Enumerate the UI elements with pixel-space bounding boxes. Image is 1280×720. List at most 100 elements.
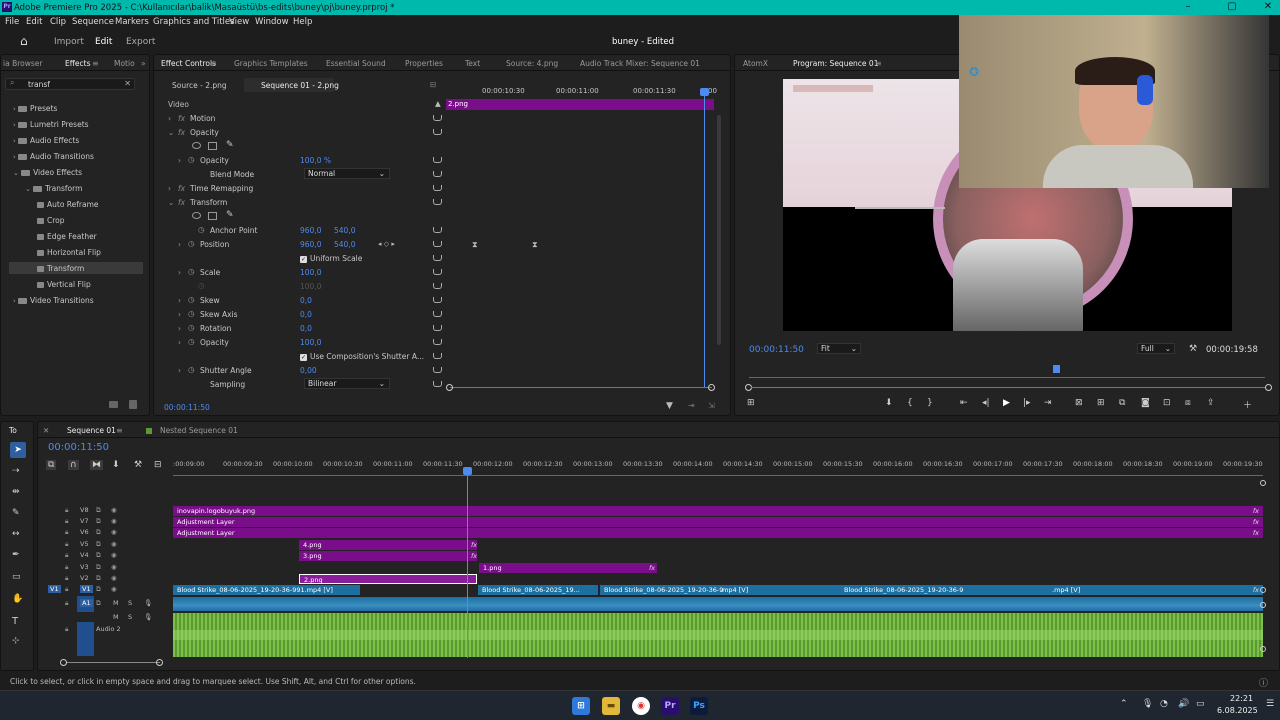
track-label[interactable]: Audio 2 — [96, 625, 121, 633]
effects-tree-item[interactable]: Horizontal Flip — [37, 248, 101, 257]
effects-tree-item[interactable]: Transform — [37, 264, 84, 273]
go-to-in-icon[interactable]: ⇤ — [960, 398, 968, 408]
ec-playhead-handle[interactable] — [700, 88, 709, 96]
program-scrubber[interactable] — [749, 377, 1265, 378]
ec-timecode[interactable]: 00:00:11:50 — [164, 403, 210, 412]
timeline-timecode[interactable]: 00:00:11:50 — [48, 442, 109, 453]
stopwatch-icon[interactable]: ◷ — [188, 309, 195, 318]
solo-button[interactable]: S — [128, 599, 132, 607]
ec-zoom-handle[interactable] — [446, 384, 453, 391]
tab-graphics-templates[interactable]: Graphics Templates — [234, 59, 308, 68]
timeline-clip[interactable]: Adjustment Layer fx — [173, 528, 1263, 538]
menu-file[interactable]: File — [5, 17, 19, 27]
razor-icon[interactable]: ✎ — [12, 508, 20, 518]
eye-icon[interactable]: ◉ — [111, 563, 117, 571]
add-button-icon[interactable]: ＋ — [1243, 398, 1252, 411]
lock-icon[interactable]: 🔒︎ — [65, 625, 68, 634]
reset-icon[interactable] — [433, 171, 442, 177]
notifications-icon[interactable]: ☰ — [1266, 699, 1274, 709]
ec-scrollbar[interactable] — [717, 115, 721, 345]
chevron-right-icon[interactable]: › — [178, 324, 181, 333]
pen-mask-icon[interactable]: ✎ — [226, 210, 234, 220]
lock-icon[interactable]: 🔒︎ — [65, 540, 68, 549]
caption-icon[interactable]: ⊹ — [12, 636, 20, 646]
tab-media-browser[interactable]: ia Browser — [3, 59, 42, 68]
panel-menu-icon[interactable]: ≡ — [210, 59, 217, 68]
checkbox-icon[interactable]: ✓ — [300, 255, 307, 263]
property-value[interactable]: 100,0 — [300, 338, 321, 347]
panel-menu-icon[interactable]: ≡ — [116, 426, 123, 435]
reset-icon[interactable] — [433, 353, 442, 359]
a-scroll-top[interactable] — [1260, 602, 1266, 608]
step-forward-icon[interactable]: |▸ — [1023, 398, 1031, 408]
chevron-down-icon[interactable]: ⌄ — [168, 198, 174, 207]
mark-out-icon[interactable]: } — [927, 398, 933, 408]
program-playhead[interactable] — [1053, 365, 1060, 373]
checkbox[interactable]: ✓ Uniform Scale — [300, 254, 362, 263]
wrench-icon[interactable]: ⚒ — [1189, 344, 1197, 354]
eye-icon[interactable]: ◉ — [111, 540, 117, 548]
timeline-playhead-handle[interactable] — [463, 467, 472, 475]
tab-atomx[interactable]: AtomX — [743, 59, 768, 68]
program-timecode[interactable]: 00:00:11:50 — [749, 345, 804, 355]
hand-icon[interactable]: ✋ — [12, 594, 23, 604]
reset-icon[interactable] — [433, 227, 442, 233]
microphone-icon[interactable]: 🎙︎ — [144, 599, 152, 607]
go-to-out-icon[interactable]: ⇥ — [1044, 398, 1052, 408]
settings-icon[interactable]: ⇲ — [708, 401, 715, 410]
effects-tree-item[interactable]: ⌄ Transform — [25, 184, 82, 193]
fx-icon[interactable]: fx — [178, 184, 185, 193]
menu-sequence[interactable]: Sequence — [72, 17, 114, 27]
property-value[interactable]: 100,0 — [300, 282, 321, 291]
vr-icon[interactable]: ⊡ — [1163, 398, 1171, 408]
keyframe-nav-icon[interactable]: ◂ ◇ ▸ — [378, 240, 395, 248]
track-label[interactable]: V8 — [80, 506, 89, 514]
chevron-right-icon[interactable]: › — [178, 296, 181, 305]
ripple-edit-icon[interactable]: ⇹ — [12, 487, 20, 497]
chevron-right-icon[interactable]: › — [178, 366, 181, 375]
track-label[interactable]: V1 — [80, 585, 93, 593]
stopwatch-icon[interactable]: ◷ — [188, 295, 195, 304]
microphone-icon[interactable]: 🎙︎ — [144, 613, 152, 621]
keyframe-icon[interactable]: ⧗ — [472, 240, 478, 250]
ec-playhead[interactable] — [704, 88, 705, 388]
property-value[interactable]: 960,0 — [300, 240, 321, 249]
rectangle-icon[interactable]: ▭ — [12, 572, 21, 582]
sequence-clip-tab[interactable]: Sequence 01 - 2.png — [261, 81, 339, 90]
timeline-clip[interactable]: 4.png fx — [299, 540, 477, 550]
network-icon[interactable]: ◔ — [1160, 699, 1168, 709]
fx-icon[interactable]: fx — [178, 198, 185, 207]
source-patch-v1[interactable]: V1 — [48, 585, 61, 593]
more-tabs-icon[interactable]: » — [141, 59, 146, 68]
effects-search-input[interactable]: transf — [28, 80, 50, 89]
quality-dropdown[interactable]: Full ⌄ — [1137, 343, 1175, 354]
ellipse-mask-icon[interactable] — [192, 142, 201, 149]
v-scroll-mid[interactable] — [1260, 587, 1266, 593]
menu-clip[interactable]: Clip — [50, 17, 66, 27]
stopwatch-icon[interactable]: ◷ — [198, 281, 205, 290]
timeline-clip[interactable]: Blood Strike_08-06-2025_19-20-36-9 .mp4 [… — [600, 585, 840, 595]
solo-button[interactable]: S — [128, 613, 132, 621]
chevron-right-icon[interactable]: › — [178, 310, 181, 319]
rectangle-mask-icon[interactable] — [208, 212, 217, 220]
captions-icon[interactable]: ⊟ — [154, 460, 162, 470]
close-tab-icon[interactable]: ✕ — [43, 426, 49, 435]
tab-effect-controls[interactable]: Effect Controls — [161, 59, 216, 68]
slip-icon[interactable]: ↔ — [12, 529, 20, 539]
menu-view[interactable]: View — [229, 17, 249, 27]
export-icon[interactable]: ⇪ — [1207, 398, 1215, 408]
v-scroll-top[interactable] — [1260, 480, 1266, 486]
tab-effects[interactable]: Effects — [65, 59, 91, 68]
property-value[interactable]: 0,0 — [300, 324, 312, 333]
sync-lock-icon[interactable]: ⧉ — [96, 599, 101, 608]
eye-icon[interactable]: ◉ — [111, 585, 117, 593]
sync-lock-icon[interactable]: ⧉ — [96, 563, 101, 572]
menu-window[interactable]: Window — [255, 17, 289, 27]
lock-icon[interactable]: 🔒︎ — [65, 551, 68, 560]
reset-icon[interactable] — [433, 157, 442, 163]
track-select-icon[interactable]: ⇢ — [12, 466, 20, 476]
timeline-clip[interactable]: Blood Strike_08-06-2025_19... — [478, 585, 598, 595]
audio-clip-a1[interactable] — [173, 597, 1263, 611]
camera-icon[interactable]: ◙ — [1141, 398, 1150, 408]
eye-icon[interactable]: ◉ — [111, 551, 117, 559]
